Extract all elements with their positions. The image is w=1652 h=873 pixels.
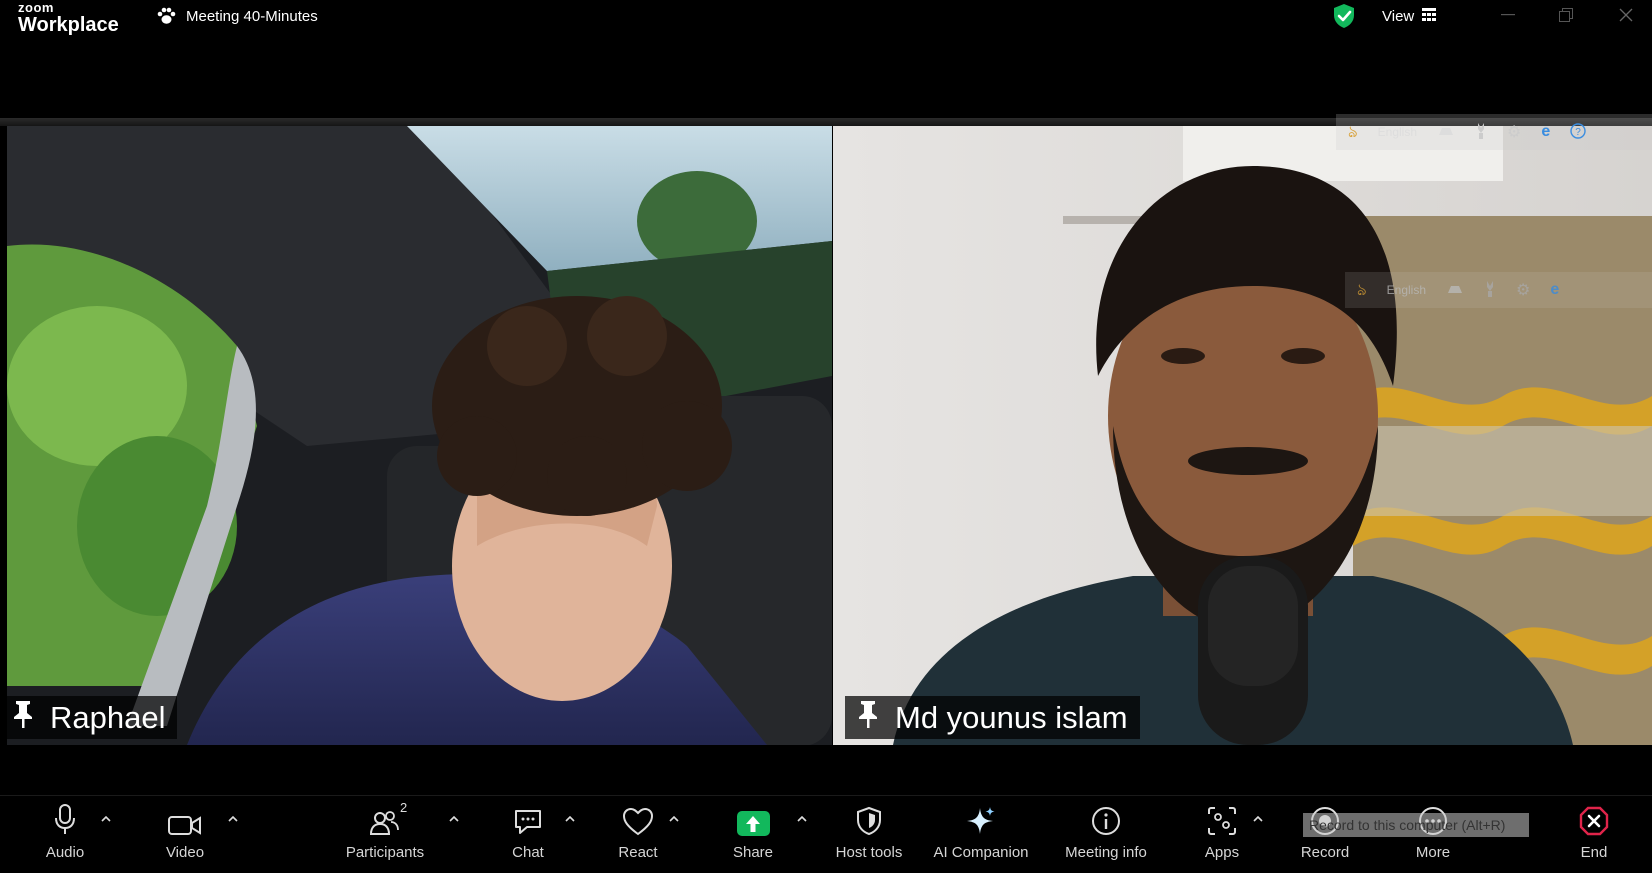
figure-icon[interactable]	[1484, 280, 1496, 300]
pin-icon[interactable]	[10, 699, 36, 737]
chat-label: Chat	[512, 844, 544, 861]
keyboard-icon[interactable]	[1446, 283, 1464, 297]
browser-icon[interactable]: e	[1541, 123, 1550, 141]
meeting-info-button[interactable]: Meeting info	[1054, 802, 1158, 868]
logo-brand-top: zoom	[18, 0, 54, 15]
language-label[interactable]: English	[1378, 125, 1417, 139]
participants-label: Participants	[345, 844, 425, 861]
grid-view-icon	[1422, 7, 1437, 25]
close-window-button[interactable]	[1606, 0, 1646, 30]
participant-name: Md younus islam	[895, 699, 1128, 735]
chevron-up-icon	[797, 816, 807, 822]
meeting-title[interactable]: Meeting 40-Minutes	[156, 5, 318, 27]
record-label: Record	[1300, 844, 1350, 861]
ai-companion-button[interactable]: AI Companion	[918, 802, 1044, 868]
record-tooltip: Record to this computer (Alt+R)	[1303, 813, 1529, 837]
react-options-caret[interactable]	[666, 811, 682, 827]
end-label: End	[1580, 844, 1608, 861]
video-button[interactable]: Video	[135, 802, 235, 868]
video-camera-icon	[168, 802, 202, 836]
restore-button[interactable]	[1546, 0, 1586, 30]
share-screen-icon	[736, 811, 770, 836]
video-bottom-padding	[0, 745, 1652, 795]
apps-label: Apps	[1204, 844, 1240, 861]
participant-tile-raphael[interactable]: Raphael	[7, 126, 832, 745]
video-top-padding	[0, 44, 1652, 118]
participants-options-caret[interactable]	[446, 811, 462, 827]
participants-icon: 2	[370, 800, 407, 836]
host-tools-label: Host tools	[835, 844, 903, 861]
microphone-icon	[54, 802, 76, 836]
heart-icon	[622, 802, 654, 836]
info-icon	[1091, 802, 1121, 836]
help-icon[interactable]: ?	[1570, 122, 1586, 142]
end-meeting-button[interactable]: End	[1544, 802, 1644, 868]
audio-label: Audio	[45, 844, 85, 861]
language-toolbar-ghost[interactable]: ঌ English ⚙ e	[1345, 272, 1652, 308]
meeting-title-text: Meeting 40-Minutes	[186, 7, 318, 25]
paw-icon	[156, 7, 176, 25]
chevron-up-icon	[449, 816, 459, 822]
chevron-up-icon	[669, 816, 679, 822]
participant-name-tag: Md younus islam	[845, 696, 1140, 739]
chevron-up-icon	[228, 816, 238, 822]
apps-icon	[1207, 802, 1237, 836]
security-shield-icon[interactable]	[1332, 3, 1356, 34]
language-label[interactable]: English	[1387, 283, 1426, 297]
minimize-button[interactable]	[1488, 0, 1528, 30]
participants-button[interactable]: 2 Participants	[335, 800, 435, 868]
close-icon	[1619, 8, 1633, 22]
script-icon[interactable]: ঌ	[1357, 277, 1367, 304]
apps-options-caret[interactable]	[1250, 811, 1266, 827]
pin-icon[interactable]	[855, 699, 881, 737]
keyboard-icon[interactable]	[1437, 125, 1455, 139]
sparkle-icon	[966, 802, 996, 836]
logo-brand-bottom: Workplace	[18, 14, 119, 36]
share-label: Share	[732, 844, 774, 861]
participant-name-tag: Raphael	[7, 696, 178, 739]
more-label: More	[1415, 844, 1451, 861]
title-bar: zoom Workplace Meeting 40-Minutes View	[0, 0, 1652, 44]
video-options-caret[interactable]	[225, 811, 241, 827]
participant-video-raphael	[7, 126, 832, 745]
participant-tile-md-younus-islam[interactable]: Md younus islam	[833, 126, 1652, 745]
participants-count: 2	[400, 800, 408, 815]
svg-text:?: ?	[1575, 127, 1581, 138]
meeting-info-label: Meeting info	[1065, 844, 1147, 861]
chat-options-caret[interactable]	[562, 811, 578, 827]
share-options-caret[interactable]	[794, 811, 810, 827]
script-icon[interactable]: ঌ	[1348, 119, 1358, 146]
chat-bubble-icon	[513, 802, 543, 836]
host-tools-button[interactable]: Host tools	[819, 802, 919, 868]
chevron-up-icon	[1253, 816, 1263, 822]
gear-icon[interactable]: ⚙	[1516, 280, 1530, 300]
restore-icon	[1559, 8, 1573, 22]
chevron-up-icon	[101, 816, 111, 822]
figure-icon[interactable]	[1475, 122, 1487, 142]
participant-video-md-younus-islam	[833, 126, 1652, 745]
browser-icon[interactable]: e	[1550, 281, 1559, 299]
react-label: React	[618, 844, 658, 861]
end-call-icon	[1579, 802, 1609, 836]
share-button[interactable]: Share	[703, 802, 803, 868]
shield-icon	[856, 802, 882, 836]
view-label: View	[1382, 7, 1415, 25]
chevron-up-icon	[565, 816, 575, 822]
participant-name: Raphael	[50, 699, 166, 735]
gear-icon[interactable]: ⚙	[1507, 122, 1521, 142]
video-label: Video	[165, 844, 205, 861]
language-toolbar[interactable]: ঌ English ⚙ e ?	[1336, 114, 1652, 150]
view-button[interactable]: View	[1382, 5, 1437, 27]
minimize-icon	[1501, 14, 1515, 16]
audio-options-caret[interactable]	[98, 811, 114, 827]
app-logo: zoom Workplace	[18, 0, 119, 35]
ai-companion-label: AI Companion	[933, 844, 1029, 861]
